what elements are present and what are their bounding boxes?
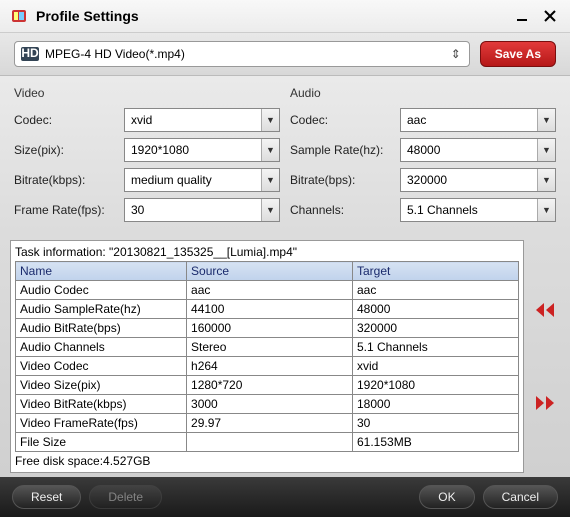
audio-section-label: Audio [290,86,556,100]
chevron-down-icon: ▼ [537,139,555,161]
video-fps-select[interactable]: 30▼ [124,198,280,222]
table-cell: 320000 [353,319,519,338]
video-codec-select[interactable]: xvid▼ [124,108,280,132]
col-source: Source [187,262,353,281]
table-row: Video Codech264xvid [16,357,519,376]
video-size-label: Size(pix): [14,143,124,157]
audio-bitrate-select[interactable]: 320000▼ [400,168,556,192]
table-cell: aac [353,281,519,300]
table-row: Video BitRate(kbps)300018000 [16,395,519,414]
audio-codec-select[interactable]: aac▼ [400,108,556,132]
table-cell: 61.153MB [353,433,519,452]
col-target: Target [353,262,519,281]
task-table: Name Source Target Audio CodecaacaacAudi… [15,261,519,452]
table-cell [187,433,353,452]
hd-icon: HD [21,47,39,61]
table-cell: Video Codec [16,357,187,376]
profile-select-value: MPEG-4 HD Video(*.mp4) [45,47,449,61]
table-cell: 5.1 Channels [353,338,519,357]
table-row: Audio Codecaacaac [16,281,519,300]
chevron-down-icon: ▼ [261,109,279,131]
chevron-down-icon: ▼ [261,169,279,191]
table-cell: aac [187,281,353,300]
table-cell: Audio Codec [16,281,187,300]
table-row: File Size 61.153MB [16,433,519,452]
delete-button: Delete [89,485,162,509]
table-cell: h264 [187,357,353,376]
next-button[interactable] [534,394,556,412]
table-cell: Audio Channels [16,338,187,357]
table-row: Video FrameRate(fps)29.9730 [16,414,519,433]
video-codec-label: Codec: [14,113,124,127]
video-bitrate-select[interactable]: medium quality▼ [124,168,280,192]
video-size-select[interactable]: 1920*1080▼ [124,138,280,162]
minimize-button[interactable] [512,6,532,26]
svg-text:HD: HD [21,47,39,60]
app-icon [10,7,28,25]
table-row: Audio BitRate(bps)160000320000 [16,319,519,338]
audio-column: Audio Codec: aac▼ Sample Rate(hz): 48000… [290,86,556,228]
task-info-line: Task information: "20130821_135325__[Lum… [15,245,519,259]
chevron-down-icon: ▼ [537,169,555,191]
table-cell: 48000 [353,300,519,319]
task-nav [530,240,560,473]
chevron-down-icon: ▼ [537,109,555,131]
close-button[interactable] [540,6,560,26]
table-cell: 3000 [187,395,353,414]
table-cell: Stereo [187,338,353,357]
table-cell: 30 [353,414,519,433]
free-disk-space: Free disk space:4.527GB [15,454,519,468]
audio-samplerate-select[interactable]: 48000▼ [400,138,556,162]
chevron-down-icon: ▼ [537,199,555,221]
table-cell: xvid [353,357,519,376]
table-cell: Audio BitRate(bps) [16,319,187,338]
audio-channels-select[interactable]: 5.1 Channels▼ [400,198,556,222]
cancel-button[interactable]: Cancel [483,485,558,509]
task-info-box: Task information: "20130821_135325__[Lum… [10,240,524,473]
col-name: Name [16,262,187,281]
profile-select[interactable]: HD MPEG-4 HD Video(*.mp4) ⇕ [14,41,470,67]
video-bitrate-label: Bitrate(kbps): [14,173,124,187]
table-row: Audio SampleRate(hz)4410048000 [16,300,519,319]
video-fps-label: Frame Rate(fps): [14,203,124,217]
table-cell: 1920*1080 [353,376,519,395]
audio-samplerate-label: Sample Rate(hz): [290,143,400,157]
toolbar: HD MPEG-4 HD Video(*.mp4) ⇕ Save As [0,33,570,76]
table-cell: Video Size(pix) [16,376,187,395]
audio-bitrate-label: Bitrate(bps): [290,173,400,187]
table-row: Audio ChannelsStereo5.1 Channels [16,338,519,357]
audio-codec-label: Codec: [290,113,400,127]
video-section-label: Video [14,86,280,100]
prev-button[interactable] [534,301,556,319]
table-cell: Audio SampleRate(hz) [16,300,187,319]
table-cell: Video FrameRate(fps) [16,414,187,433]
window-title: Profile Settings [36,8,504,24]
ok-button[interactable]: OK [419,485,474,509]
video-column: Video Codec: xvid▼ Size(pix): 1920*1080▼… [14,86,280,228]
settings-panel: Video Codec: xvid▼ Size(pix): 1920*1080▼… [0,76,570,234]
table-row: Video Size(pix)1280*7201920*1080 [16,376,519,395]
table-cell: File Size [16,433,187,452]
reset-button[interactable]: Reset [12,485,81,509]
table-cell: Video BitRate(kbps) [16,395,187,414]
table-cell: 18000 [353,395,519,414]
chevron-down-icon: ▼ [261,199,279,221]
audio-channels-label: Channels: [290,203,400,217]
table-cell: 44100 [187,300,353,319]
table-cell: 160000 [187,319,353,338]
chevron-up-down-icon: ⇕ [449,47,463,61]
chevron-down-icon: ▼ [261,139,279,161]
table-cell: 1280*720 [187,376,353,395]
footer: Reset Delete OK Cancel [0,477,570,517]
save-as-button[interactable]: Save As [480,41,556,67]
table-cell: 29.97 [187,414,353,433]
titlebar: Profile Settings [0,0,570,33]
task-info-wrap: Task information: "20130821_135325__[Lum… [0,234,570,477]
